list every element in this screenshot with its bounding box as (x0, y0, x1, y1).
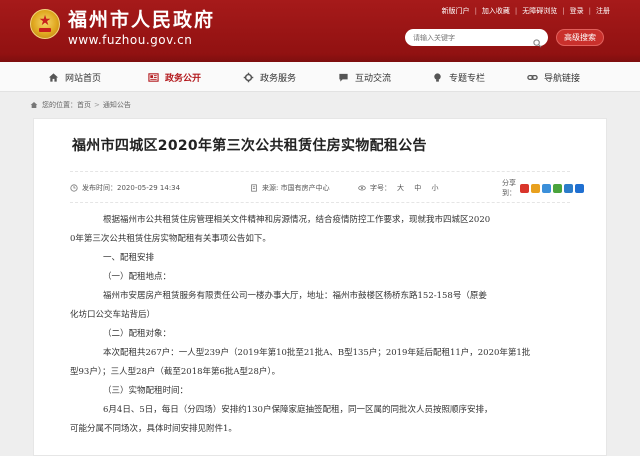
font-size-options: 大 中 小 (397, 183, 446, 193)
nav-label: 导航链接 (544, 73, 581, 84)
breadcrumb-label: 您的位置： (42, 101, 77, 109)
home-icon (30, 101, 38, 109)
search-box (405, 29, 548, 48)
subsection-heading: （一）配租地点： (103, 272, 172, 282)
share-qzone-icon[interactable] (531, 183, 540, 193)
site-title[interactable]: 福州市人民政府 (68, 9, 215, 31)
login-link[interactable]: 登录 (570, 6, 584, 16)
paragraph: 福州市安居房产租赁服务有限责任公司一楼办事大厅，地址：福州市鼓楼区杨桥东路152… (103, 291, 487, 301)
paragraph: 本次配租共267户：一人型239户（2019年第10批至21批A、B型135户；… (103, 348, 531, 358)
source-text: 来源: 市国有房产中心 (262, 184, 330, 192)
divider (70, 171, 570, 172)
paragraph: 化坊口公交车站背后） (70, 310, 156, 320)
nav-label: 政务服务 (260, 73, 297, 84)
nav-label: 互动交流 (355, 73, 392, 84)
eye-icon (358, 184, 366, 192)
article-title: 福州市四城区2020年第三次公共租赁住房实物配租公告 (72, 138, 427, 154)
share-wechat-icon[interactable] (553, 183, 562, 193)
font-size-medium[interactable]: 中 (414, 184, 421, 192)
nav-label: 网站首页 (65, 73, 102, 84)
nav-label: 政务公开 (165, 73, 202, 84)
share-icons (520, 183, 586, 193)
separator: | (514, 7, 518, 15)
nav-label: 专题专栏 (449, 73, 486, 84)
font-size-large[interactable]: 大 (397, 184, 404, 192)
site-header: 福州市人民政府 www.fuzhou.gov.cn 新版门户 | 加入收藏 | … (0, 0, 640, 62)
nav-item-interaction[interactable]: 互动交流 (338, 62, 391, 92)
divider (70, 202, 570, 203)
newspaper-icon (148, 72, 159, 83)
font-size-control: 字号： 大 中 小 (358, 182, 446, 194)
publish-time-text: 发布时间：2020-05-29 14:34 (82, 184, 181, 192)
article-body: 根据福州市公共租赁住房管理相关文件精神和房源情况，结合疫情防控工作要求，现就我市… (70, 211, 576, 439)
accessibility-link[interactable]: 无障碍浏览 (522, 6, 557, 16)
main-nav: 网站首页 政务公开 政务服务 互动交流 专题专栏 导航链接 (0, 62, 640, 92)
share-label: 分享到： (502, 179, 516, 197)
add-favorite-link[interactable]: 加入收藏 (482, 6, 510, 16)
lightbulb-icon (432, 72, 443, 83)
share-weibo-icon[interactable] (520, 183, 529, 193)
subsection-heading: （三）实物配租时间： (103, 386, 189, 396)
subsection-heading: （二）配租对象： (103, 329, 172, 339)
paragraph: 6月4日、5日，每日（分四场）安排约130户保障家庭抽签配租，同一区属的同批次人… (103, 405, 493, 415)
breadcrumb-home[interactable]: 首页 (77, 100, 91, 110)
article-panel: 福州市四城区2020年第三次公共租赁住房实物配租公告 发布时间：2020-05-… (33, 118, 607, 456)
search-input[interactable] (413, 31, 528, 44)
breadcrumb-notices[interactable]: 通知公告 (103, 100, 131, 110)
article-meta: 发布时间：2020-05-29 14:34 来源: 市国有房产中心 字号： 大 … (70, 179, 584, 197)
article-source: 来源: 市国有房产中心 (250, 182, 330, 194)
link-icon (527, 72, 538, 83)
paragraph: 根据福州市公共租赁住房管理相关文件精神和房源情况，结合疫情防控工作要求，现就我市… (103, 215, 491, 225)
share-bar: 分享到： (502, 179, 586, 197)
top-links: 新版门户 | 加入收藏 | 无障碍浏览 | 登录 | 注册 (442, 6, 610, 16)
section-heading: 一、配租安排 (103, 253, 155, 263)
separator: | (562, 7, 565, 15)
site-domain: www.fuzhou.gov.cn (68, 33, 193, 47)
clock-icon (70, 184, 78, 192)
gear-icon (243, 72, 254, 83)
share-renren-icon[interactable] (575, 183, 584, 193)
share-tencent-icon[interactable] (564, 183, 573, 193)
chat-icon (338, 72, 349, 83)
nav-item-navigation-links[interactable]: 导航链接 (527, 62, 580, 92)
font-size-label: 字号： (370, 184, 391, 192)
share-qq-icon[interactable] (542, 183, 551, 193)
paragraph: 0年第三次公共租赁住房实物配租有关事项公告如下。 (70, 234, 271, 244)
nav-item-government-affairs[interactable]: 政务公开 (148, 62, 201, 92)
paragraph: 型93户）；三人型28户（截至2018年第6批A型28户）。 (70, 367, 281, 377)
font-size-small[interactable]: 小 (431, 184, 438, 192)
paragraph: 可能分属不同场次，具体时间安排见附件1。 (70, 424, 237, 434)
breadcrumb-separator: > (94, 101, 100, 109)
nav-item-home[interactable]: 网站首页 (48, 62, 101, 92)
separator: | (474, 7, 477, 15)
nav-item-special-topics[interactable]: 专题专栏 (432, 62, 485, 92)
publish-time: 发布时间：2020-05-29 14:34 (70, 182, 180, 194)
home-icon (48, 72, 59, 83)
breadcrumb: 您的位置： 首页 > 通知公告 (30, 98, 131, 112)
nav-item-government-services[interactable]: 政务服务 (243, 62, 296, 92)
search-icon[interactable] (533, 33, 542, 48)
separator: | (588, 7, 591, 15)
national-emblem-icon (30, 9, 60, 39)
document-icon (250, 184, 258, 192)
register-link[interactable]: 注册 (596, 6, 610, 16)
new-portal-link[interactable]: 新版门户 (442, 6, 470, 16)
advanced-search-button[interactable]: 高级搜索 (556, 29, 604, 46)
